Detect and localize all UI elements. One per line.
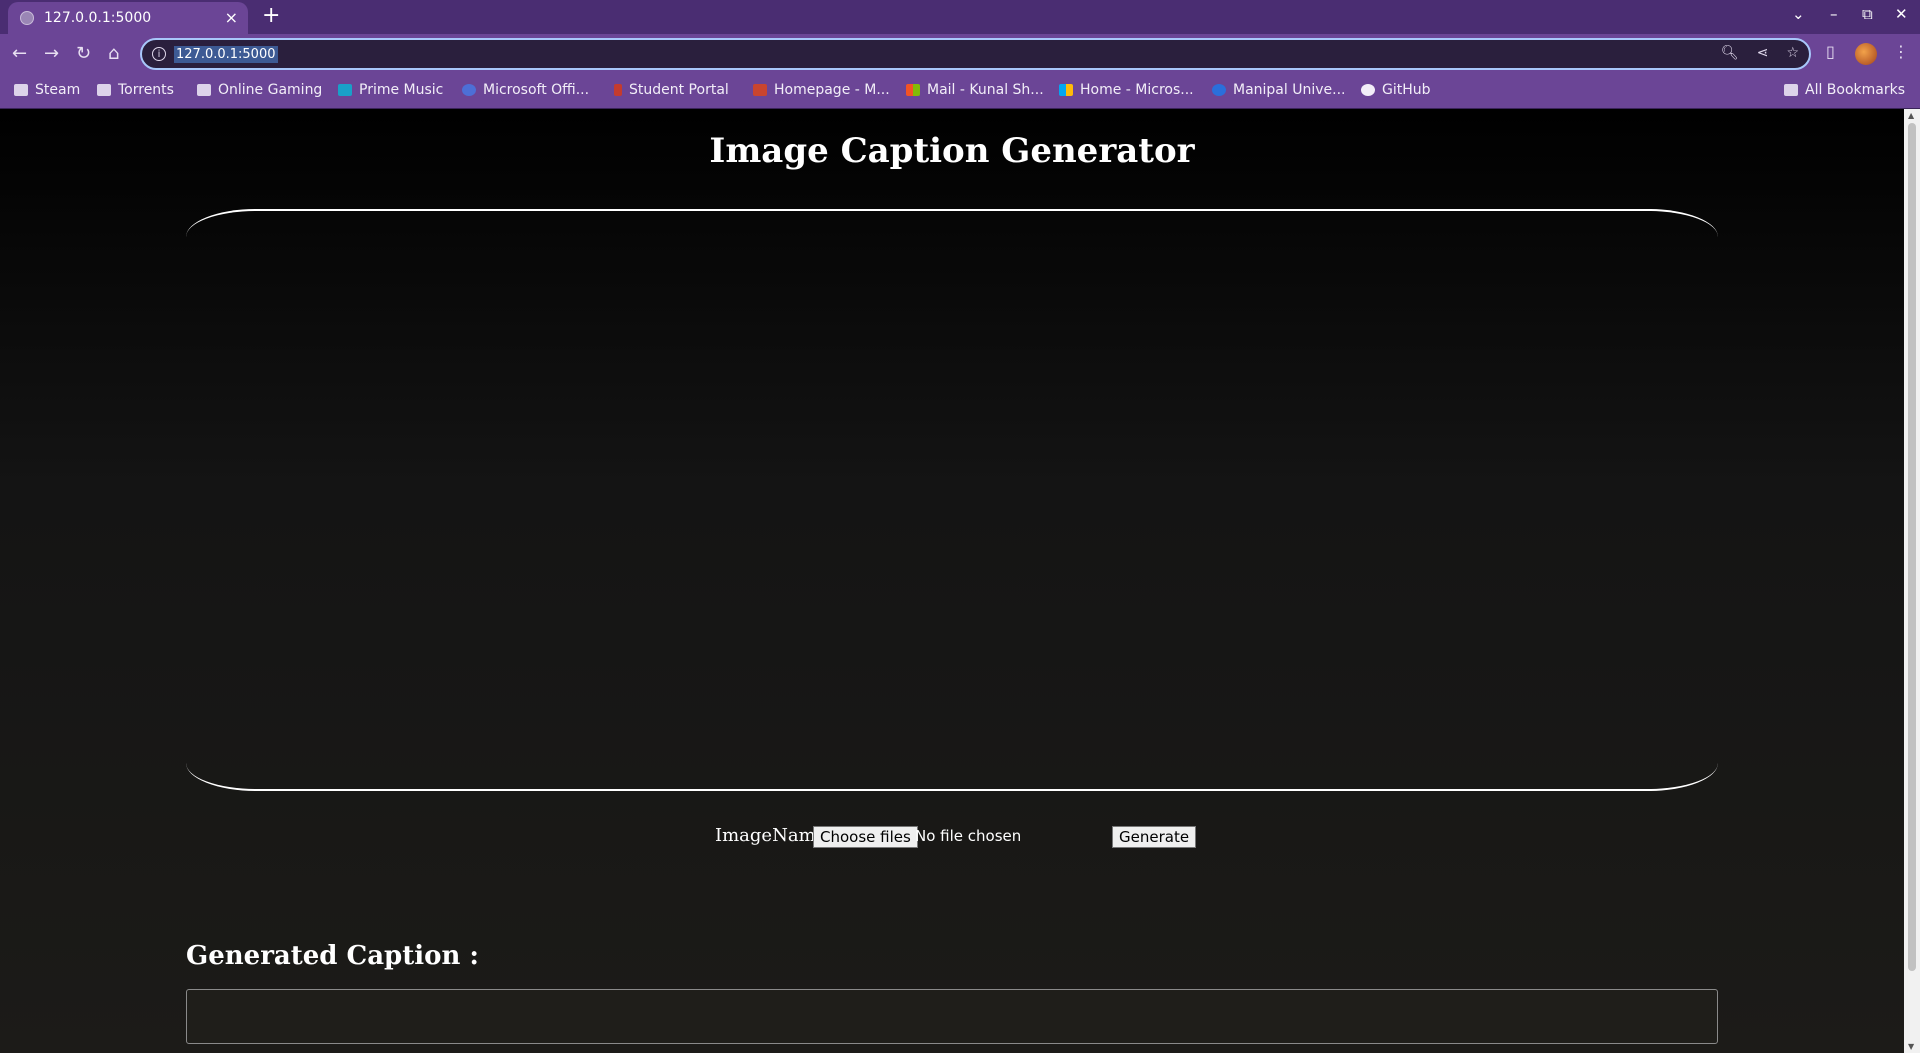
profile-avatar[interactable] [1855, 43, 1877, 65]
all-bookmarks-label: All Bookmarks [1805, 82, 1906, 98]
student-portal-icon [614, 84, 622, 96]
bookmark-label: Steam [35, 82, 81, 98]
caption-heading: Generated Caption : [186, 941, 480, 971]
bookmark-label: Online Gaming [218, 82, 323, 98]
page-viewport: Image Caption Generator ImageName: Choos… [0, 109, 1904, 1053]
bookmark-star-icon[interactable]: ☆ [1786, 45, 1799, 61]
bookmark-mail[interactable]: Mail - Kunal Sh... [906, 82, 1044, 98]
bookmark-label: Student Portal [629, 82, 729, 98]
homepage-icon [753, 84, 767, 96]
tab-strip: 127.0.0.1:5000 × + ⌄ – ⧉ ✕ [0, 0, 1920, 34]
globe-icon [20, 11, 34, 25]
folder-icon [14, 84, 28, 96]
page-title: Image Caption Generator [709, 131, 1195, 171]
menu-icon[interactable]: ⋮ [1893, 42, 1909, 61]
bookmark-label: Manipal Unive... [1233, 82, 1346, 98]
microsoft-icon [906, 84, 920, 96]
folder-icon [197, 84, 211, 96]
browser-tab[interactable]: 127.0.0.1:5000 × [8, 2, 248, 34]
microsoft-office-icon [462, 84, 476, 96]
upload-form: ImageName: Choose files No file chosen G… [0, 825, 1904, 849]
microsoft-icon [1059, 84, 1073, 96]
caption-output-box[interactable] [186, 989, 1718, 1044]
bookmark-label: Mail - Kunal Sh... [927, 82, 1044, 98]
url-text[interactable]: 127.0.0.1:5000 [174, 45, 278, 63]
side-panel-icon[interactable]: ▯ [1826, 42, 1835, 61]
bookmarks-bar: Steam Torrents Online Gaming Prime Music… [0, 76, 1920, 109]
back-icon[interactable]: ← [12, 43, 27, 64]
bookmark-prime-music[interactable]: Prime Music [338, 82, 443, 98]
bookmark-student-portal[interactable]: Student Portal [614, 82, 729, 98]
bookmark-label: GitHub [1382, 82, 1431, 98]
bookmark-label: Prime Music [359, 82, 444, 98]
bookmark-torrents[interactable]: Torrents [97, 82, 174, 98]
scroll-up-icon[interactable]: ▲ [1908, 111, 1914, 120]
bookmark-label: Torrents [118, 82, 174, 98]
tab-search-icon[interactable]: ⌄ [1792, 5, 1805, 23]
file-status-text: No file chosen [915, 827, 1022, 845]
scroll-down-icon[interactable]: ▼ [1908, 1042, 1914, 1051]
home-icon[interactable]: ⌂ [108, 43, 119, 64]
bookmark-online-gaming[interactable]: Online Gaming [197, 82, 322, 98]
minimize-icon[interactable]: – [1830, 5, 1838, 23]
image-preview-frame [186, 209, 1718, 791]
choose-files-button[interactable]: Choose files [813, 826, 918, 848]
share-icon[interactable]: ⋖ [1757, 45, 1769, 61]
zoom-icon[interactable]: 🔍︎ [1721, 45, 1739, 61]
restore-icon[interactable]: ⧉ [1862, 5, 1873, 23]
generate-button[interactable]: Generate [1112, 826, 1197, 848]
bookmark-label: Homepage - M... [774, 82, 890, 98]
tab-title: 127.0.0.1:5000 [44, 10, 152, 26]
manipal-icon [1212, 84, 1226, 96]
bookmark-github[interactable]: GitHub [1361, 82, 1431, 98]
bookmark-steam[interactable]: Steam [14, 82, 80, 98]
bookmark-label: Microsoft Offi... [483, 82, 590, 98]
all-bookmarks[interactable]: All Bookmarks [1784, 82, 1905, 98]
bookmark-microsoft-office[interactable]: Microsoft Offi... [462, 82, 589, 98]
site-info-icon[interactable]: i [152, 47, 166, 61]
bookmark-manipal[interactable]: Manipal Unive... [1212, 82, 1346, 98]
close-tab-icon[interactable]: × [225, 8, 238, 27]
new-tab-icon[interactable]: + [262, 3, 280, 28]
browser-toolbar: ← → ↻ ⌂ i 127.0.0.1:5000 🔍︎ ⋖ ☆ ▯ ⋮ [0, 34, 1920, 76]
bookmark-label: Home - Micros... [1080, 82, 1194, 98]
reload-icon[interactable]: ↻ [76, 43, 91, 64]
bookmark-homepage[interactable]: Homepage - M... [753, 82, 890, 98]
vertical-scrollbar[interactable]: ▲ ▼ [1904, 109, 1920, 1053]
folder-icon [1784, 84, 1798, 96]
forward-icon[interactable]: → [44, 43, 59, 64]
address-bar[interactable]: i 127.0.0.1:5000 🔍︎ ⋖ ☆ [140, 38, 1811, 70]
github-icon [1361, 84, 1375, 96]
close-window-icon[interactable]: ✕ [1895, 5, 1908, 23]
bookmark-home-microsoft[interactable]: Home - Micros... [1059, 82, 1194, 98]
prime-music-icon [338, 84, 352, 96]
folder-icon [97, 84, 111, 96]
scrollbar-thumb[interactable] [1908, 123, 1916, 971]
